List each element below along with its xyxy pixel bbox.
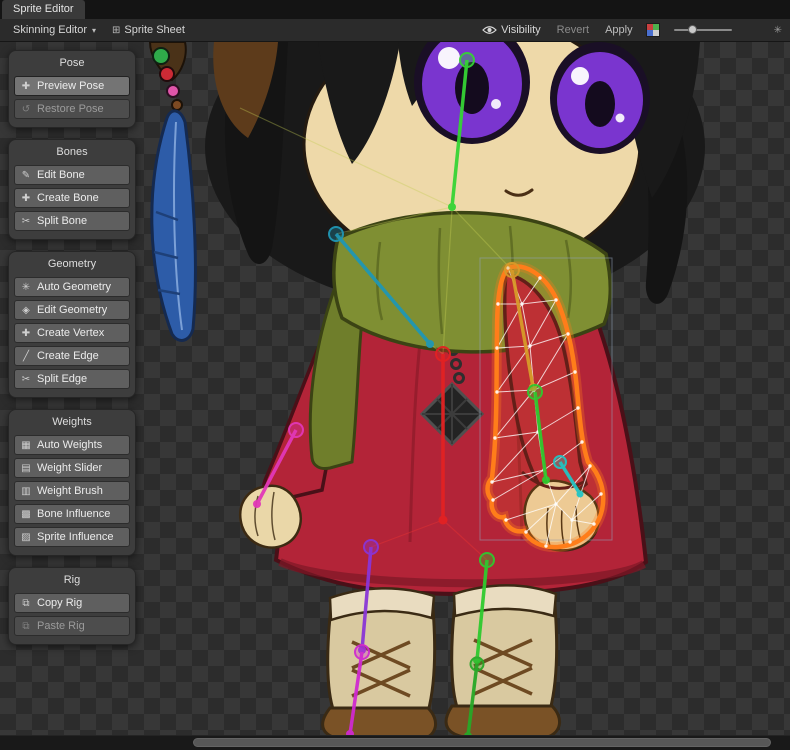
- preview-pose-icon: ✚: [20, 81, 32, 92]
- button-label: Edit Bone: [37, 169, 85, 181]
- button-label: Weight Brush: [37, 485, 103, 497]
- button-label: Paste Rig: [37, 620, 85, 632]
- split-edge-button[interactable]: ✂ Split Edge: [14, 369, 130, 389]
- preview-pose-button[interactable]: ✚ Preview Pose: [14, 76, 130, 96]
- edit-geometry-button[interactable]: ◈ Edit Geometry: [14, 300, 130, 320]
- create-bone-button[interactable]: ✚ Create Bone: [14, 188, 130, 208]
- copy-rig-button[interactable]: ⧉ Copy Rig: [14, 593, 130, 613]
- toolbar: Skinning Editor ▾ ⊞ Sprite Sheet Visibil…: [0, 19, 790, 42]
- panel-title: Weights: [12, 413, 132, 432]
- edit-bone-button[interactable]: ✎ Edit Bone: [14, 165, 130, 185]
- create-bone-icon: ✚: [20, 193, 32, 204]
- sprite-sheet-icon: ⊞: [112, 25, 120, 36]
- button-label: Preview Pose: [37, 80, 104, 92]
- skinning-editor-label: Skinning Editor: [13, 24, 87, 36]
- auto-weights-button[interactable]: ▦ Auto Weights: [14, 435, 130, 455]
- rig-panel: Rig ⧉ Copy Rig ⧉ Paste Rig: [8, 567, 136, 645]
- sprite-canvas[interactable]: Pose ✚ Preview Pose ↺ Restore Pose Bones…: [0, 42, 790, 735]
- apply-button[interactable]: Apply: [598, 22, 640, 38]
- button-label: Edit Geometry: [37, 304, 107, 316]
- auto-geometry-button[interactable]: ✳ Auto Geometry: [14, 277, 130, 297]
- zoom-slider-thumb[interactable]: [688, 25, 697, 34]
- auto-weights-icon: ▦: [20, 440, 32, 451]
- create-vertex-icon: ✚: [20, 328, 32, 339]
- zoom-slider-track[interactable]: [674, 29, 732, 31]
- panel-title: Pose: [12, 54, 132, 73]
- weight-slider-icon: ▤: [20, 463, 32, 474]
- bone-influence-button[interactable]: ▩ Bone Influence: [14, 504, 130, 524]
- zoom-slider[interactable]: [674, 24, 732, 36]
- weight-brush-button[interactable]: ▥ Weight Brush: [14, 481, 130, 501]
- edit-geometry-icon: ◈: [20, 305, 32, 316]
- panel-title: Rig: [12, 571, 132, 590]
- sprite-sheet-label: Sprite Sheet: [124, 24, 185, 36]
- button-label: Auto Weights: [37, 439, 102, 451]
- button-label: Create Edge: [37, 350, 99, 362]
- visibility-button[interactable]: Visibility: [475, 22, 548, 38]
- restore-pose-icon: ↺: [20, 104, 32, 115]
- sprite-influence-icon: ▨: [20, 532, 32, 543]
- color-channels-icon[interactable]: [646, 23, 660, 37]
- sprite-sheet-button[interactable]: ⊞ Sprite Sheet: [105, 22, 192, 38]
- editor-tab-strip: Sprite Editor: [0, 0, 790, 19]
- split-edge-icon: ✂: [20, 374, 32, 385]
- paste-rig-button[interactable]: ⧉ Paste Rig: [14, 616, 130, 636]
- button-label: Sprite Influence: [37, 531, 113, 543]
- button-label: Bone Influence: [37, 508, 110, 520]
- button-label: Split Bone: [37, 215, 87, 227]
- tool-panels: Pose ✚ Preview Pose ↺ Restore Pose Bones…: [8, 50, 136, 645]
- button-label: Auto Geometry: [37, 281, 111, 293]
- revert-label: Revert: [557, 24, 589, 36]
- geometry-panel: Geometry ✳ Auto Geometry ◈ Edit Geometry…: [8, 251, 136, 398]
- bone-influence-icon: ▩: [20, 509, 32, 520]
- sprite-editor-window: Sprite Editor Skinning Editor ▾ ⊞ Sprite…: [0, 0, 790, 750]
- skinning-editor-dropdown[interactable]: Skinning Editor ▾: [6, 22, 103, 38]
- button-label: Create Bone: [37, 192, 99, 204]
- tab-sprite-editor[interactable]: Sprite Editor: [2, 0, 85, 19]
- button-label: Weight Slider: [37, 462, 102, 474]
- panel-title: Bones: [12, 143, 132, 162]
- options-icon[interactable]: ✳: [774, 25, 782, 36]
- feather-accessory[interactable]: [150, 42, 195, 340]
- button-label: Copy Rig: [37, 597, 82, 609]
- split-bone-icon: ✂: [20, 216, 32, 227]
- weight-slider-button[interactable]: ▤ Weight Slider: [14, 458, 130, 478]
- paste-rig-icon: ⧉: [20, 621, 32, 632]
- character-boots[interactable]: [323, 585, 560, 735]
- apply-label: Apply: [605, 24, 633, 36]
- eye-icon: [482, 25, 497, 35]
- weights-panel: Weights ▦ Auto Weights ▤ Weight Slider ▥…: [8, 409, 136, 556]
- button-label: Restore Pose: [37, 103, 104, 115]
- horizontal-scrollbar-thumb[interactable]: [193, 738, 771, 747]
- button-label: Create Vertex: [37, 327, 104, 339]
- horizontal-scrollbar[interactable]: [0, 735, 790, 750]
- weight-brush-icon: ▥: [20, 486, 32, 497]
- edit-bone-icon: ✎: [20, 170, 32, 181]
- button-label: Split Edge: [37, 373, 87, 385]
- create-edge-icon: ╱: [20, 351, 32, 362]
- revert-button[interactable]: Revert: [550, 22, 596, 38]
- split-bone-button[interactable]: ✂ Split Bone: [14, 211, 130, 231]
- create-vertex-button[interactable]: ✚ Create Vertex: [14, 323, 130, 343]
- bones-panel: Bones ✎ Edit Bone ✚ Create Bone ✂ Split …: [8, 139, 136, 240]
- panel-title: Geometry: [12, 255, 132, 274]
- character-sprite[interactable]: [205, 42, 705, 735]
- copy-rig-icon: ⧉: [20, 598, 32, 609]
- sprite-influence-button[interactable]: ▨ Sprite Influence: [14, 527, 130, 547]
- visibility-label: Visibility: [501, 24, 541, 36]
- create-edge-button[interactable]: ╱ Create Edge: [14, 346, 130, 366]
- pose-panel: Pose ✚ Preview Pose ↺ Restore Pose: [8, 50, 136, 128]
- auto-geometry-icon: ✳: [20, 282, 32, 293]
- restore-pose-button[interactable]: ↺ Restore Pose: [14, 99, 130, 119]
- chevron-down-icon: ▾: [92, 26, 96, 35]
